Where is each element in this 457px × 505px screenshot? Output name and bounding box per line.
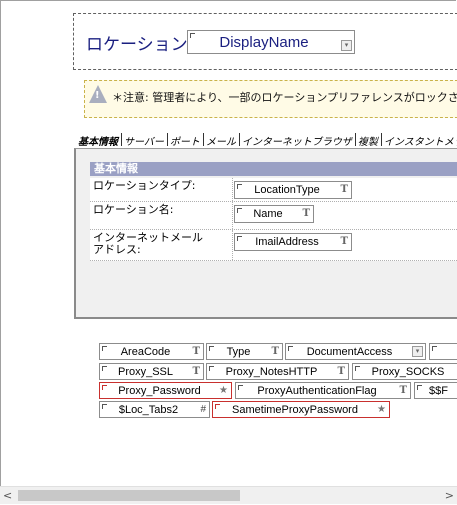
tab-panel: 基本情報 ロケーションタイプ: LocationType T ロケーション名: … xyxy=(74,148,457,319)
proxy-ssl-field[interactable]: Proxy_SSL T xyxy=(99,363,204,380)
text-type-icon: T xyxy=(192,366,200,377)
field-name: Name xyxy=(253,208,283,220)
field-name: ImailAddress xyxy=(255,236,319,248)
tab-mail[interactable]: メール xyxy=(204,133,240,146)
text-type-icon: T xyxy=(340,184,348,195)
name-field[interactable]: Name T xyxy=(234,205,314,223)
tab-replication[interactable]: 複製 xyxy=(356,133,382,146)
text-type-icon: T xyxy=(271,346,279,357)
dropdown-icon: ▾ xyxy=(341,40,352,51)
location-type-field[interactable]: LocationType T xyxy=(234,181,352,199)
field-name: $$F xyxy=(429,385,448,397)
field-name: $Loc_Tabs2 xyxy=(118,404,179,416)
lock-notice-text: ＊注意: 管理者により、一部のロケーションプリファレンスがロックされ xyxy=(112,91,457,104)
proxy-socks-field[interactable]: Proxy_SOCKS xyxy=(352,363,457,380)
field-name: ProxyAuthenticationFlag xyxy=(257,385,377,397)
warning-icon: ! xyxy=(89,85,107,103)
sametimeproxypassword-field[interactable]: SametimeProxyPassword ★ xyxy=(212,401,390,418)
proxy-noteshttp-field[interactable]: Proxy_NotesHTTP T xyxy=(206,363,349,380)
number-type-icon: # xyxy=(200,404,206,415)
tab-basic[interactable]: 基本情報 xyxy=(76,133,122,146)
title-label: ロケーション xyxy=(86,35,188,55)
form-row: インターネットメール アドレス: ImailAddress T xyxy=(90,230,457,261)
loc-tabs2-field[interactable]: $Loc_Tabs2 # xyxy=(99,401,210,418)
section-header: 基本情報 xyxy=(90,162,457,176)
field-name: Proxy_NotesHTTP xyxy=(225,366,318,378)
imail-address-field[interactable]: ImailAddress T xyxy=(234,233,352,251)
star-icon: ★ xyxy=(219,385,228,396)
tab-internet-browser[interactable]: インターネットブラウザ xyxy=(240,133,356,146)
text-type-icon: T xyxy=(192,346,200,357)
type-field[interactable]: Type T xyxy=(206,343,283,360)
star-icon: ★ xyxy=(377,404,386,415)
field-name: Proxy_SSL xyxy=(117,366,174,378)
field-name: LocationType xyxy=(254,184,320,196)
displayname-field-name: DisplayName xyxy=(219,34,309,51)
tab-port[interactable]: ポート xyxy=(168,133,204,146)
row-divider xyxy=(232,178,233,201)
field-name: SametimeProxyPassword xyxy=(232,404,358,416)
chevron-left-icon[interactable]: < xyxy=(3,489,12,502)
row-label: インターネットメール アドレス: xyxy=(93,231,203,256)
displayname-field[interactable]: DisplayName ▾ xyxy=(187,30,355,54)
text-type-icon: T xyxy=(340,236,348,247)
form-row: ロケーション名: Name T xyxy=(90,202,457,230)
field-name: Proxy_SOCKS xyxy=(371,366,445,378)
tab-bar: 基本情報 サーバー ポート メール インターネットブラウザ 複製 インスタントメッ xyxy=(76,133,457,146)
proxy-password-field[interactable]: Proxy_Password ★ xyxy=(99,382,232,399)
field-name: AreaCode xyxy=(120,346,171,358)
dropdown-icon: ▾ xyxy=(412,346,423,357)
text-type-icon: T xyxy=(302,208,310,219)
lock-notice: ! ＊注意: 管理者により、一部のロケーションプリファレンスがロックされ xyxy=(84,80,457,118)
tab-instant-messaging[interactable]: インスタントメッ xyxy=(382,133,457,146)
tab-server[interactable]: サーバー xyxy=(122,133,168,146)
documentaccess-field[interactable]: DocumentAccess ▾ xyxy=(285,343,426,360)
row-label: ロケーションタイプ: xyxy=(93,179,196,192)
areacode-field[interactable]: AreaCode T xyxy=(99,343,204,360)
truncated-field[interactable] xyxy=(429,343,457,360)
field-name: Proxy_Password xyxy=(118,385,201,397)
truncated-dollar-field[interactable]: $$F xyxy=(414,382,457,399)
chevron-right-icon[interactable]: > xyxy=(445,489,454,502)
row-label: ロケーション名: xyxy=(93,203,174,216)
proxyauthenticationflag-field[interactable]: ProxyAuthenticationFlag T xyxy=(235,382,411,399)
horizontal-scrollbar[interactable]: < > xyxy=(0,486,457,504)
row-divider xyxy=(232,230,233,260)
form-row: ロケーションタイプ: LocationType T xyxy=(90,178,457,202)
text-type-icon: T xyxy=(337,366,345,377)
field-name: DocumentAccess xyxy=(306,346,393,358)
text-type-icon: T xyxy=(399,385,407,396)
scroll-thumb[interactable] xyxy=(18,490,240,501)
row-divider xyxy=(232,202,233,229)
title-area: ロケーション DisplayName ▾ xyxy=(73,13,457,70)
